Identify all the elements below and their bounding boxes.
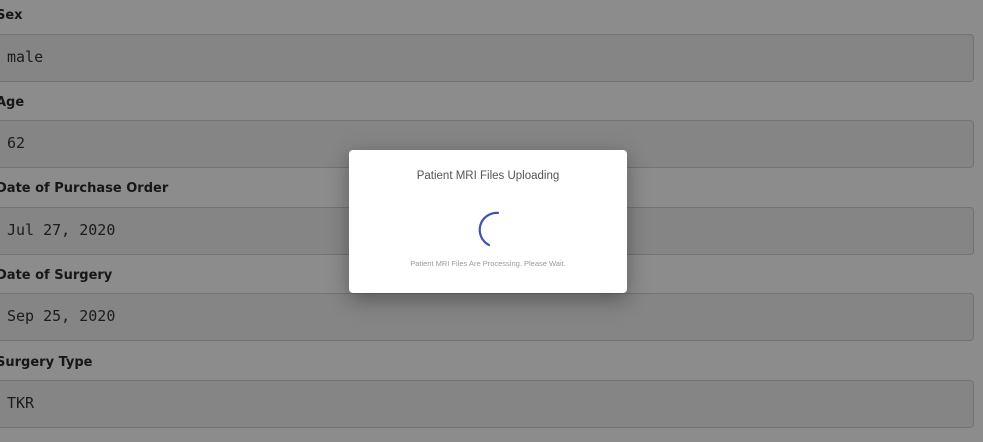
dialog-message: Patient MRI Files Are Processing. Please… (410, 259, 566, 268)
loading-spinner-icon (478, 211, 500, 247)
upload-progress-dialog: Patient MRI Files Uploading Patient MRI … (349, 150, 627, 293)
dialog-title: Patient MRI Files Uploading (416, 170, 560, 182)
